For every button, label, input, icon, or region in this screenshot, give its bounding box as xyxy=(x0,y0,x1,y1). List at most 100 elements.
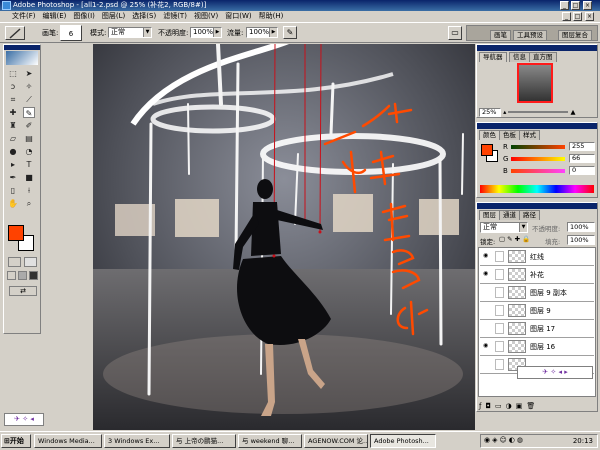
quick-mask-icon[interactable] xyxy=(24,257,37,267)
channel-g-slider[interactable] xyxy=(511,157,565,161)
menu-filter[interactable]: 滤镜(T) xyxy=(163,12,187,20)
doc-restore-button[interactable]: □ xyxy=(573,12,582,21)
color-ramp[interactable] xyxy=(480,185,594,193)
tab-navigator[interactable]: 导航器 xyxy=(479,52,507,62)
layer-row[interactable]: 图层 17 xyxy=(480,320,594,338)
channel-b-input[interactable]: 0 xyxy=(569,166,595,175)
menu-help[interactable]: 帮助(H) xyxy=(259,12,284,20)
menu-file[interactable]: 文件(F) xyxy=(12,12,36,20)
tab-channels[interactable]: 通道 xyxy=(499,210,520,220)
link-slot[interactable] xyxy=(495,269,504,280)
path-selection-icon[interactable]: ▸ xyxy=(7,159,19,170)
tab-swatches[interactable]: 色板 xyxy=(499,130,520,140)
document-canvas[interactable] xyxy=(93,44,475,430)
move-icon[interactable]: ➤ xyxy=(23,68,35,79)
doc-close-button[interactable]: × xyxy=(585,12,594,21)
lock-icons[interactable]: ▢✎✚🔒 xyxy=(499,235,532,243)
eyedropper-icon[interactable]: ⟊ xyxy=(23,185,35,196)
channel-g-input[interactable]: 66 xyxy=(569,154,595,163)
im-widget[interactable]: ✈ ✧ ◂ xyxy=(4,413,44,426)
task-browser[interactable]: AGENOW.COM 论... xyxy=(304,434,368,448)
type-icon[interactable]: T xyxy=(23,159,35,170)
channel-b-slider[interactable] xyxy=(511,169,565,173)
pen-icon[interactable]: ✒ xyxy=(7,172,19,183)
eye-icon[interactable]: ◉ xyxy=(483,271,491,277)
layer-row[interactable]: ◉ 补花 xyxy=(480,266,594,284)
menu-image[interactable]: 图像(I) xyxy=(73,12,95,20)
trash-icon[interactable]: 🗑 xyxy=(526,402,539,410)
zoom-icon[interactable]: ⌕ xyxy=(23,198,35,209)
minimize-button[interactable]: _ xyxy=(560,1,569,10)
standard-mode-icon[interactable] xyxy=(8,257,21,267)
notes-icon[interactable]: ▯ xyxy=(7,185,19,196)
imageready-icon[interactable]: ⇄ xyxy=(9,286,37,296)
channel-r-slider[interactable] xyxy=(511,145,565,149)
tab-brushes[interactable]: 画笔 xyxy=(490,30,511,40)
hand-icon[interactable]: ✋ xyxy=(7,198,19,209)
link-slot[interactable] xyxy=(495,287,504,298)
zoom-slider[interactable] xyxy=(508,111,569,113)
tray-icons[interactable]: ◉◈☺◐◍ xyxy=(484,436,525,444)
blend-mode-select[interactable]: 正常 ▼ xyxy=(480,222,528,233)
eraser-icon[interactable]: ▱ xyxy=(7,133,19,144)
screen-mode-full-icon[interactable] xyxy=(29,271,38,280)
dodge-icon[interactable]: ◔ xyxy=(23,146,35,157)
doc-minimize-button[interactable]: _ xyxy=(562,12,571,21)
adjustment-layer-icon[interactable]: ◑ xyxy=(506,402,516,410)
screen-mode-standard-icon[interactable] xyxy=(7,271,16,280)
flow-input[interactable]: 100% ▶ xyxy=(246,27,278,38)
zoom-in-icon[interactable]: ▲ xyxy=(571,108,576,116)
zoom-out-icon[interactable]: ▴ xyxy=(503,108,506,116)
layer-row[interactable]: 图层 9 副本 xyxy=(480,284,594,302)
close-button[interactable]: × xyxy=(583,1,592,10)
link-slot[interactable] xyxy=(495,251,504,262)
history-brush-icon[interactable]: ✐ xyxy=(23,120,35,131)
tab-info[interactable]: 信息 xyxy=(509,52,530,62)
layer-row[interactable]: ◉ 图层 16 xyxy=(480,338,594,356)
task-chat-1[interactable]: 与 上帝の鹏猫... xyxy=(172,434,236,448)
menu-layer[interactable]: 图层(L) xyxy=(102,12,125,20)
tab-layers[interactable]: 图层 xyxy=(479,210,500,220)
zoom-value[interactable]: 25% xyxy=(479,108,501,117)
eye-icon[interactable]: ◉ xyxy=(483,253,491,259)
tab-tool-presets[interactable]: 工具预设 xyxy=(513,30,547,40)
tab-layer-comps[interactable]: 图层复合 xyxy=(558,30,592,40)
screen-mode-full-menu-icon[interactable] xyxy=(18,271,27,280)
tab-styles[interactable]: 样式 xyxy=(519,130,540,140)
file-browser-button[interactable]: ▭ xyxy=(448,26,462,40)
brush-tool-icon[interactable]: ✎ xyxy=(23,107,35,118)
opacity-input[interactable]: 100% ▶ xyxy=(190,27,222,38)
tab-color[interactable]: 颜色 xyxy=(479,130,500,140)
blur-icon[interactable]: ● xyxy=(7,146,19,157)
gradient-icon[interactable]: ▤ xyxy=(23,133,35,144)
layer-opacity-input[interactable]: 100% xyxy=(567,222,595,232)
crop-icon[interactable]: ⌗ xyxy=(7,94,19,105)
brush-tool-preset-picker[interactable] xyxy=(5,26,25,40)
shape-icon[interactable]: ■ xyxy=(23,172,35,183)
mode-select[interactable]: 正常 ▼ xyxy=(108,27,152,38)
task-photoshop[interactable]: Adobe Photosh... xyxy=(370,434,436,448)
lasso-icon[interactable]: ↄ xyxy=(7,81,19,92)
foreground-color-swatch[interactable] xyxy=(8,225,24,241)
new-layer-icon[interactable]: ▣ xyxy=(516,402,527,410)
layer-row[interactable]: 图层 9 xyxy=(480,302,594,320)
navigator-view-box[interactable] xyxy=(517,63,553,103)
layer-mask-icon[interactable]: ◘ xyxy=(485,402,495,410)
marquee-icon[interactable]: ⬚ xyxy=(7,68,19,79)
brush-size-picker[interactable]: 6 xyxy=(60,25,82,41)
im-widget[interactable]: ✈ ✧ ◂ ▸ xyxy=(517,366,593,379)
menu-window[interactable]: 窗口(W) xyxy=(225,12,251,20)
new-set-icon[interactable]: ▭ xyxy=(495,402,506,410)
tab-histogram[interactable]: 直方图 xyxy=(529,52,557,62)
task-chat-2[interactable]: 与 weekend 聊... xyxy=(238,434,302,448)
task-windows-explorer[interactable]: 3 Windows Ex... xyxy=(104,434,170,448)
channel-r-input[interactable]: 255 xyxy=(569,142,595,151)
tab-paths[interactable]: 路径 xyxy=(519,210,540,220)
fill-input[interactable]: 100% xyxy=(567,235,595,245)
adobe-online-logo[interactable] xyxy=(6,51,38,65)
color-foreground-swatch[interactable] xyxy=(481,144,493,156)
link-slot[interactable] xyxy=(495,323,504,334)
link-slot[interactable] xyxy=(495,341,504,352)
healing-brush-icon[interactable]: ✚ xyxy=(7,107,19,118)
menu-edit[interactable]: 编辑(E) xyxy=(43,12,67,20)
